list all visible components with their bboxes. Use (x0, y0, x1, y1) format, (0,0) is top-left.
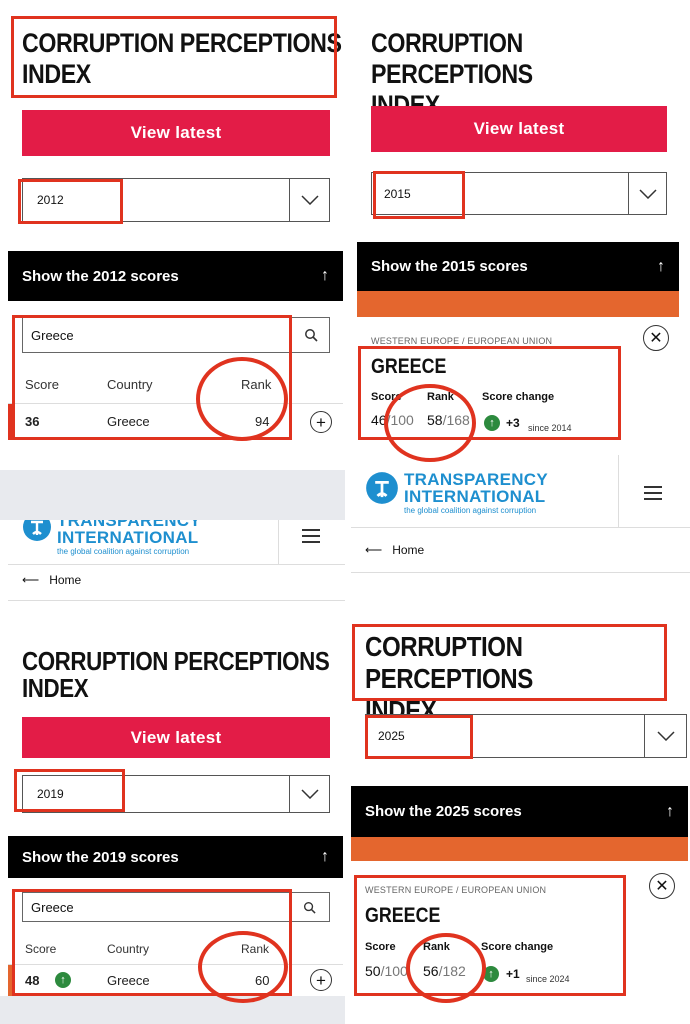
annotation-box (11, 16, 337, 98)
divider (8, 564, 345, 565)
breadcrumb-home[interactable]: Home (49, 573, 81, 587)
show-scores-toggle[interactable]: Show the 2025 scores ↑ (351, 786, 688, 837)
annotation-box (18, 179, 123, 224)
collage-gap (0, 470, 350, 520)
show-scores-toggle[interactable]: Show the 2012 scores ↑ (8, 251, 343, 301)
annotation-box (365, 715, 473, 759)
arrow-up-icon: ↑ (321, 267, 329, 284)
expand-plus-icon[interactable]: + (310, 411, 332, 433)
search-icon (304, 329, 318, 342)
divider (8, 600, 345, 601)
ti-globe-icon (23, 520, 51, 541)
arrow-left-icon: ⟵ (22, 573, 40, 587)
hamburger-menu-icon[interactable] (302, 529, 320, 547)
arrow-up-icon: ↑ (666, 802, 674, 820)
chevron-down-icon[interactable] (289, 776, 329, 812)
arrow-up-icon: ↑ (321, 848, 329, 865)
show-scores-label: Show the 2025 scores (365, 803, 522, 820)
show-scores-toggle[interactable]: Show the 2015 scores ↑ (357, 242, 679, 291)
annotation-circle (384, 384, 476, 462)
annotation-circle (196, 357, 288, 441)
site-header: TRANSPARENCY INTERNATIONAL the global co… (351, 455, 690, 527)
annotation-circle (198, 931, 288, 1003)
show-scores-toggle[interactable]: Show the 2019 scores ↑ (8, 836, 343, 878)
ti-tagline: the global coalition against corruption (57, 547, 190, 556)
site-header: TRANSPARENCY INTERNATIONAL the global co… (8, 520, 345, 564)
annotation-box (352, 624, 667, 701)
show-scores-label: Show the 2012 scores (22, 267, 179, 285)
breadcrumb[interactable]: ⟵ Home (22, 573, 81, 587)
divider (618, 455, 619, 527)
view-latest-button[interactable]: View latest (371, 106, 667, 152)
annotation-box (14, 769, 125, 812)
divider (351, 527, 690, 528)
show-scores-label: Show the 2019 scores (22, 848, 179, 866)
annotation-box (354, 875, 626, 996)
ti-logo[interactable]: TRANSPARENCY INTERNATIONAL the global co… (22, 520, 201, 556)
region-label: WESTERN EUROPE / EUROPEAN UNION (371, 336, 553, 346)
close-icon[interactable]: ✕ (649, 873, 675, 899)
close-icon[interactable]: ✕ (643, 325, 669, 351)
chevron-down-icon[interactable] (644, 715, 686, 757)
expand-plus-icon[interactable]: + (310, 969, 332, 991)
region-color-bar (357, 291, 679, 317)
annotation-box (373, 171, 465, 219)
page-title: CORRUPTION PERCEPTIONS INDEX (22, 646, 330, 703)
search-icon (303, 901, 316, 914)
chevron-down-icon[interactable] (289, 179, 329, 221)
arrow-up-icon: ↑ (657, 257, 665, 275)
breadcrumb[interactable]: ⟵ Home (365, 543, 424, 557)
region-color-bar (351, 837, 688, 861)
search-button[interactable] (292, 317, 330, 353)
ti-logo[interactable]: TRANSPARENCY INTERNATIONAL the global co… (365, 471, 548, 515)
collage-gap (0, 996, 345, 1024)
view-latest-button[interactable]: View latest (22, 717, 330, 758)
annotation-circle (406, 933, 486, 1003)
ti-name: TRANSPARENCY INTERNATIONAL (57, 520, 202, 547)
ti-tagline: the global coalition against corruption (404, 506, 537, 515)
search-button[interactable] (290, 892, 330, 922)
collage: CORRUPTION PERCEPTIONS INDEX View latest… (0, 0, 690, 1024)
breadcrumb-home[interactable]: Home (392, 543, 424, 557)
divider (351, 572, 690, 573)
divider (278, 520, 279, 564)
view-latest-button[interactable]: View latest (22, 110, 330, 156)
show-scores-label: Show the 2015 scores (371, 258, 528, 275)
ti-name: TRANSPARENCY INTERNATIONAL (404, 470, 549, 506)
hamburger-menu-icon[interactable] (644, 486, 662, 504)
ti-globe-icon (366, 472, 398, 504)
arrow-left-icon: ⟵ (365, 543, 383, 557)
chevron-down-icon[interactable] (628, 173, 666, 214)
